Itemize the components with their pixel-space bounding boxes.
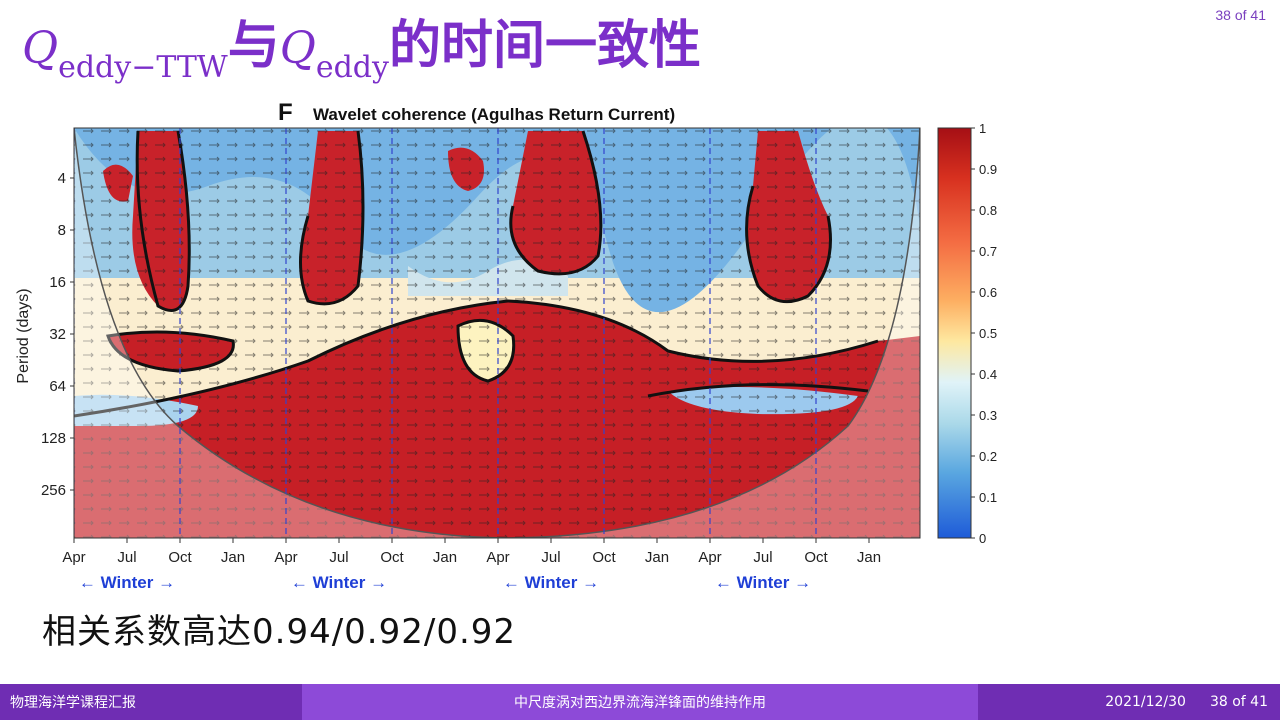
panel-title: Wavelet coherence (Agulhas Return Curren… (313, 105, 675, 124)
title-mid: 与 (227, 16, 280, 76)
winter-label: ← Winter → (79, 573, 175, 592)
footer-bar: 物理海洋学课程汇报 中尺度涡对西边界流海洋锋面的维持作用 2021/12/30 … (0, 684, 1280, 720)
title-q2: Q (279, 23, 316, 74)
x-tick-label: Jul (117, 549, 136, 566)
x-tick-label: Jul (753, 549, 772, 566)
y-tick-label: 64 (49, 378, 66, 395)
colorbar-tick-label: 0 (979, 531, 986, 546)
y-tick-label: 16 (49, 274, 66, 291)
colorbar-tick-label: 0.5 (979, 326, 997, 341)
slide-title: Qeddy−TTW与Qeddy的时间一致性 (22, 14, 701, 86)
x-tick-label: Jul (329, 549, 348, 566)
x-tick-label: Jan (645, 549, 669, 566)
y-tick-label: 128 (41, 430, 66, 447)
title-rest: 的时间一致性 (388, 16, 701, 76)
y-tick-label: 8 (58, 222, 66, 239)
x-tick-label: Apr (274, 549, 297, 566)
colorbar-tick-label: 0.4 (979, 367, 997, 382)
footer-page: 38 of 41 (1209, 694, 1268, 710)
y-axis-label: Period (days) (15, 288, 32, 383)
winter-label: ← Winter → (291, 573, 387, 592)
colorbar-tick-label: 0.9 (979, 162, 997, 177)
x-tick-label: Jan (857, 549, 881, 566)
x-tick-label: Apr (486, 549, 509, 566)
page-counter: 38 of 41 (1215, 7, 1266, 23)
panel-letter: F (278, 99, 293, 126)
colorbar-tick-label: 0.3 (979, 408, 997, 423)
footer-right: 2021/12/30 38 of 41 (978, 684, 1280, 720)
colorbar-tick-label: 0.2 (979, 449, 997, 464)
footer-talk-title: 中尺度涡对西边界流海洋锋面的维持作用 (302, 684, 978, 720)
colorbar-tick-label: 0.1 (979, 490, 997, 505)
coherence-map (74, 128, 920, 538)
footer-course-name: 物理海洋学课程汇报 (0, 684, 302, 720)
footer-date: 2021/12/30 (1105, 694, 1186, 710)
x-tick-label: Jul (541, 549, 560, 566)
y-axis-ticks: 4 8 16 32 64 128 256 (41, 170, 74, 499)
title-sub2: eddy (315, 50, 389, 85)
y-tick-label: 256 (41, 482, 66, 499)
x-tick-label: Oct (592, 549, 616, 566)
colorbar (937, 127, 972, 539)
colorbar-tick-label: 0.7 (979, 244, 997, 259)
title-q1: Q (22, 23, 59, 74)
colorbar-ticks: 1 0.9 0.8 0.7 0.6 0.5 0.4 0.3 0.2 0.1 0 (971, 121, 997, 546)
caption: 相关系数高达0.94/0.92/0.92 (42, 612, 517, 652)
y-tick-label: 32 (49, 326, 66, 343)
x-tick-label: Apr (62, 549, 85, 566)
x-tick-label: Oct (380, 549, 404, 566)
x-tick-label: Jan (433, 549, 457, 566)
colorbar-tick-label: 0.8 (979, 203, 997, 218)
wavelet-coherence-figure: F Wavelet coherence (Agulhas Return Curr… (8, 96, 1008, 601)
title-sub1: eddy−TTW (58, 50, 228, 85)
winter-label: ← Winter → (715, 573, 811, 592)
x-axis-ticks: Apr Jul Oct Jan Apr Jul Oct Jan Apr Jul Oct Jan Apr J… (62, 538, 881, 566)
x-tick-label: Oct (168, 549, 192, 566)
winter-label: ← Winter → (503, 573, 599, 592)
colorbar-tick-label: 1 (979, 121, 986, 136)
x-tick-label: Oct (804, 549, 828, 566)
x-tick-label: Jan (221, 549, 245, 566)
y-tick-label: 4 (58, 170, 66, 187)
winter-labels: ← Winter → ← Winter → ← Winter → ← Winter → (79, 573, 811, 592)
x-tick-label: Apr (698, 549, 721, 566)
colorbar-tick-label: 0.6 (979, 285, 997, 300)
